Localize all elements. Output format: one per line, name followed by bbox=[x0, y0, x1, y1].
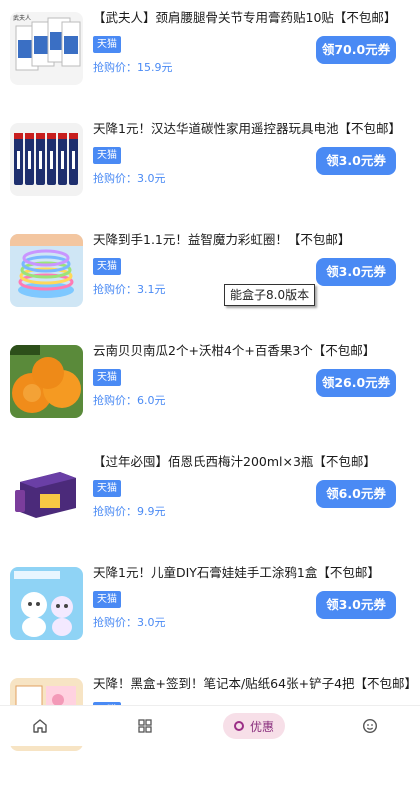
tab-discount-label: 优惠 bbox=[250, 719, 275, 734]
bottom-tab-bar: 优惠 bbox=[0, 705, 420, 746]
product-image[interactable] bbox=[10, 345, 83, 418]
product-title[interactable]: 天降！黑盒+签到！笔记本/贴纸64张+铲子4把【不包邮】 bbox=[93, 674, 413, 694]
get-coupon-button[interactable]: 领3.0元券 bbox=[316, 258, 396, 286]
list-item[interactable]: 云南贝贝南瓜2个+沃柑4个+百香果3个【不包邮】 天猫 抢购价：6.0元 领26… bbox=[0, 341, 420, 453]
product-image[interactable] bbox=[10, 567, 83, 640]
get-coupon-button[interactable]: 领3.0元券 bbox=[316, 147, 396, 175]
sale-price: 抢购价：9.9元 bbox=[93, 505, 166, 518]
tab-home[interactable] bbox=[26, 706, 54, 746]
product-title[interactable]: 天降到手1.1元！益智魔力彩虹圈！【不包邮】 bbox=[93, 230, 413, 250]
tmall-badge: 天猫 bbox=[93, 480, 121, 497]
product-image[interactable] bbox=[10, 234, 83, 307]
product-title[interactable]: 云南贝贝南瓜2个+沃柑4个+百香果3个【不包邮】 bbox=[93, 341, 413, 361]
list-item[interactable]: 天降1元！儿童DIY石膏娃娃手工涂鸦1盒【不包邮】 天猫 抢购价：3.0元 领3… bbox=[0, 563, 420, 675]
tmall-badge: 天猫 bbox=[93, 36, 121, 53]
tmall-badge: 天猫 bbox=[93, 258, 121, 275]
profile-icon bbox=[362, 718, 378, 734]
version-tooltip: 能盒子8.0版本 bbox=[224, 284, 316, 306]
list-item[interactable]: 武夫人 【武夫人】颈肩腰腿骨关节专用膏药贴10贴【不包邮】 天猫 抢购价：15.… bbox=[0, 8, 420, 120]
svg-text:武夫人: 武夫人 bbox=[13, 14, 31, 22]
sale-price: 抢购价：3.0元 bbox=[93, 172, 166, 185]
list-item[interactable]: 天降1元！汉达华道碳性家用遥控器玩具电池【不包邮】 天猫 抢购价：3.0元 领3… bbox=[0, 119, 420, 231]
get-coupon-button[interactable]: 领3.0元券 bbox=[316, 591, 396, 619]
sale-price: 抢购价：3.1元 bbox=[93, 283, 166, 296]
product-image[interactable]: 武夫人 bbox=[10, 12, 83, 85]
sale-price: 抢购价：6.0元 bbox=[93, 394, 166, 407]
get-coupon-button[interactable]: 领6.0元券 bbox=[316, 480, 396, 508]
tab-category[interactable] bbox=[131, 706, 159, 746]
product-title[interactable]: 天降1元！汉达华道碳性家用遥控器玩具电池【不包邮】 bbox=[93, 119, 413, 139]
discount-icon bbox=[234, 721, 244, 731]
tab-discount[interactable]: 优惠 bbox=[223, 713, 286, 739]
sale-price: 抢购价：3.0元 bbox=[93, 616, 166, 629]
product-title[interactable]: 【武夫人】颈肩腰腿骨关节专用膏药贴10贴【不包邮】 bbox=[93, 8, 413, 28]
tmall-badge: 天猫 bbox=[93, 147, 121, 164]
tmall-badge: 天猫 bbox=[93, 591, 121, 608]
product-image[interactable] bbox=[10, 456, 83, 529]
list-item[interactable]: 天降到手1.1元！益智魔力彩虹圈！【不包邮】 天猫 抢购价：3.1元 领3.0元… bbox=[0, 230, 420, 342]
tmall-badge: 天猫 bbox=[93, 369, 121, 386]
product-image[interactable] bbox=[10, 123, 83, 196]
product-title[interactable]: 天降1元！儿童DIY石膏娃娃手工涂鸦1盒【不包邮】 bbox=[93, 563, 413, 583]
list-item[interactable]: 【过年必囤】佰恩氏西梅汁200ml×3瓶【不包邮】 天猫 抢购价：9.9元 领6… bbox=[0, 452, 420, 564]
get-coupon-button[interactable]: 领26.0元券 bbox=[316, 369, 396, 397]
get-coupon-button[interactable]: 领70.0元券 bbox=[316, 36, 396, 64]
grid-icon bbox=[138, 719, 152, 733]
sale-price: 抢购价：15.9元 bbox=[93, 61, 173, 74]
tab-profile[interactable] bbox=[356, 706, 384, 746]
home-icon bbox=[33, 719, 47, 733]
product-title[interactable]: 【过年必囤】佰恩氏西梅汁200ml×3瓶【不包邮】 bbox=[93, 452, 413, 472]
